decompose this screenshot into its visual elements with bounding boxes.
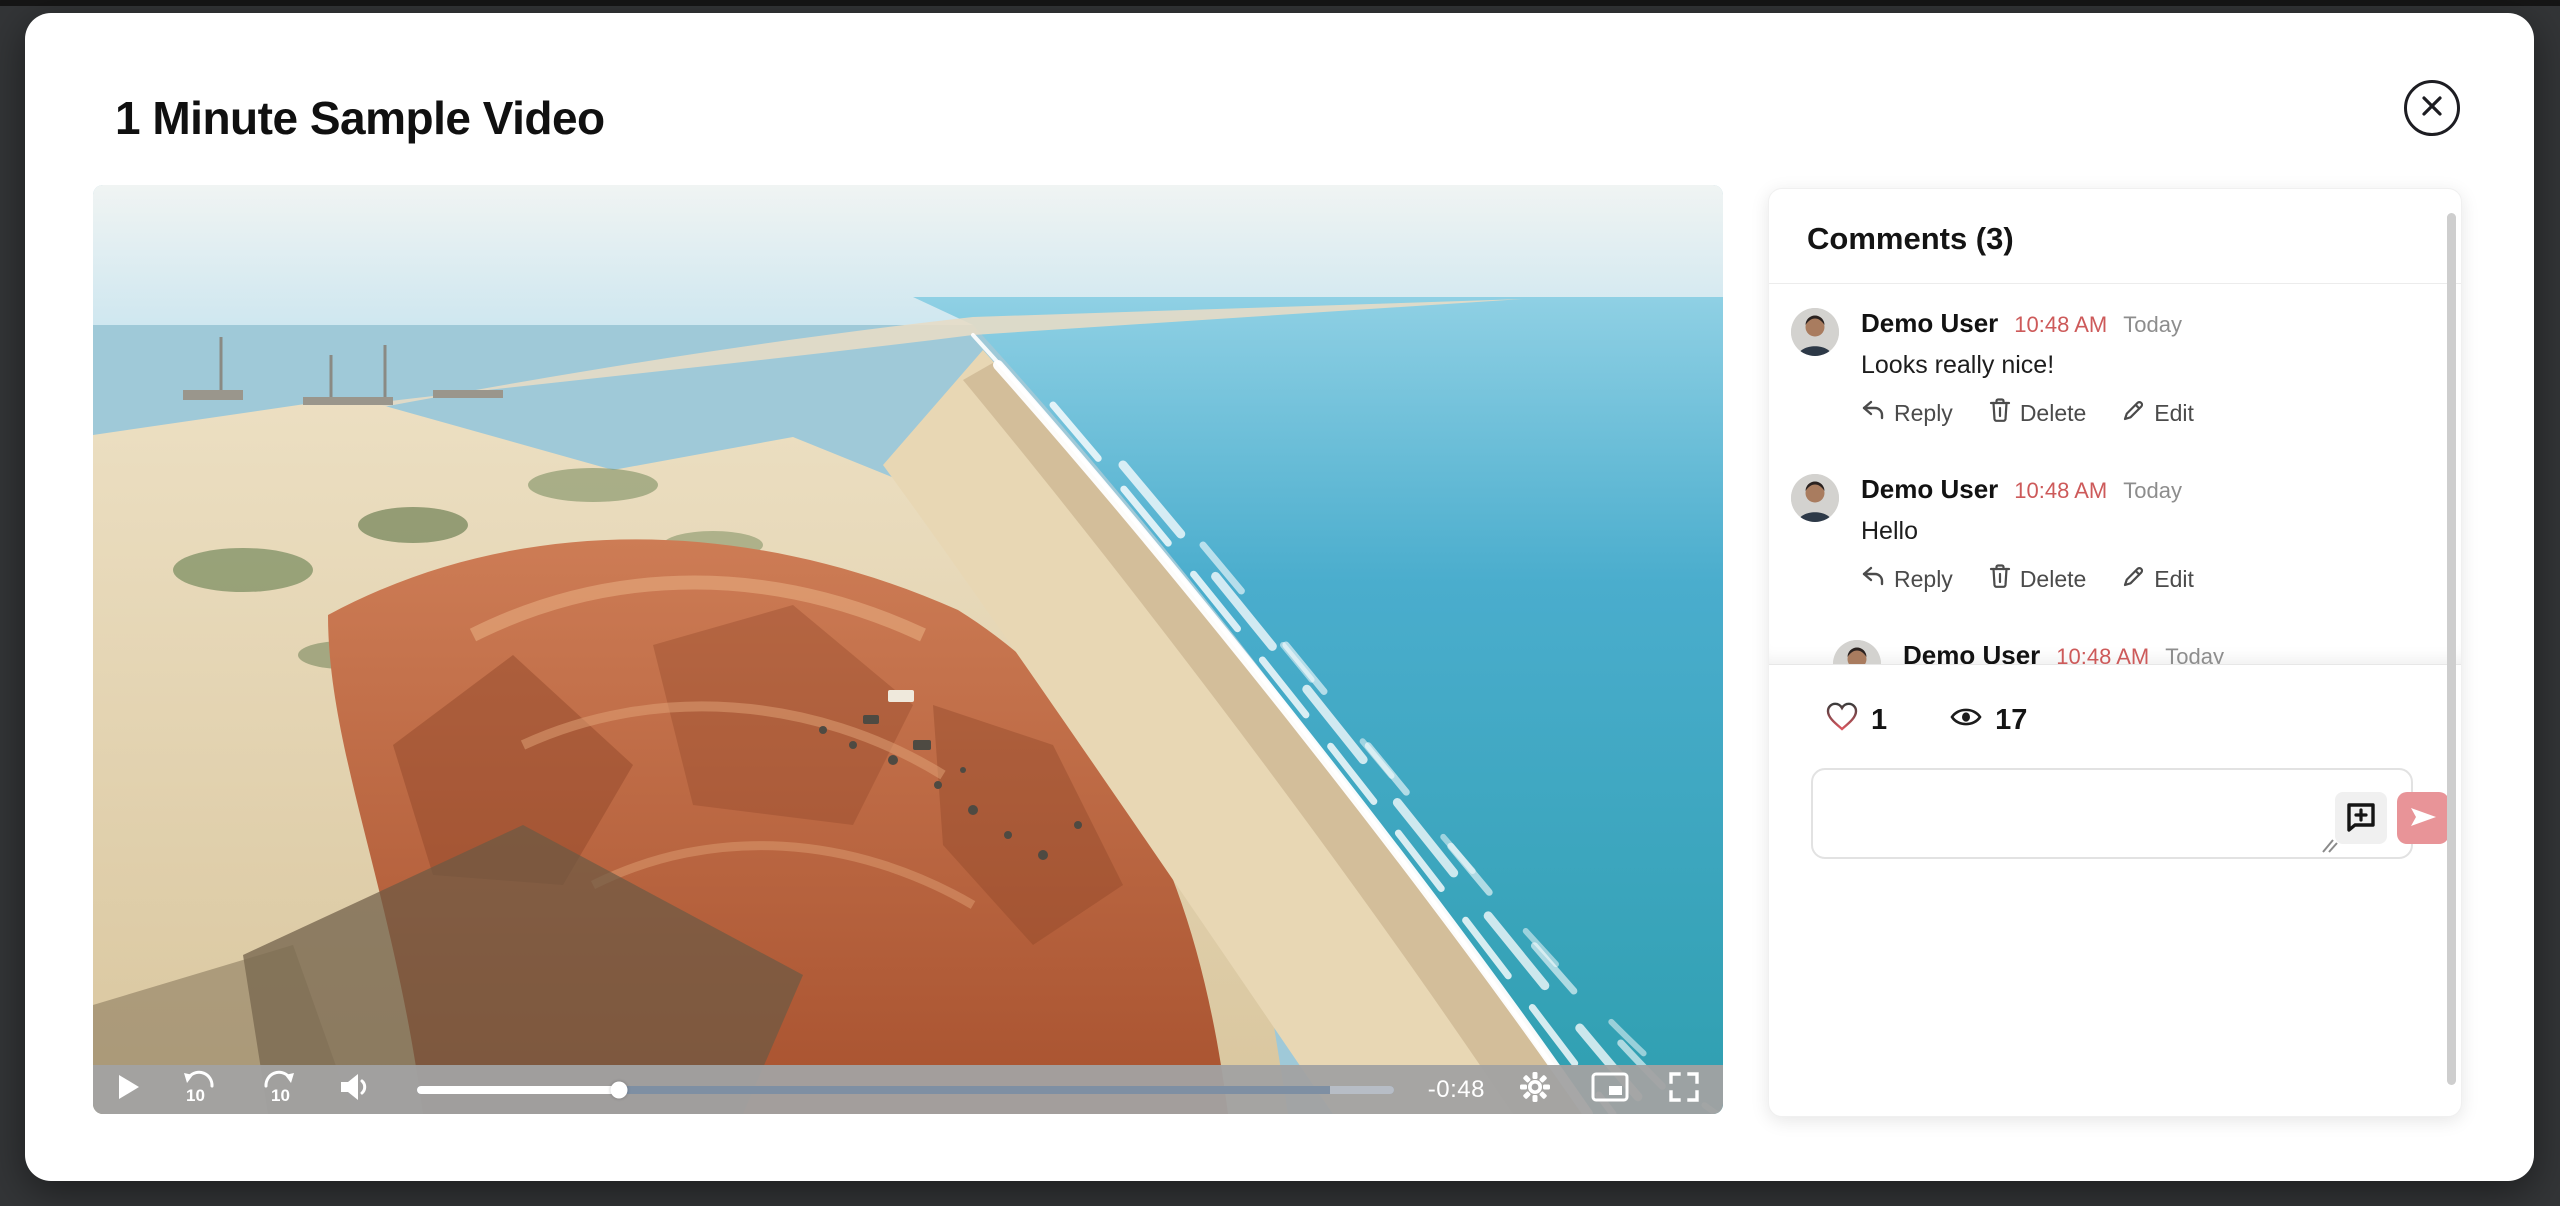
eye-icon xyxy=(1949,704,1983,738)
svg-text:10: 10 xyxy=(186,1086,205,1104)
comment-item-2: Demo User 10:48 AM Today Hello Reply Del… xyxy=(1791,474,2431,594)
comment-input-row xyxy=(1811,768,2423,859)
comment-date: Today xyxy=(2123,478,2182,504)
forward-10-button[interactable]: 10 xyxy=(259,1065,299,1114)
progress-played xyxy=(417,1086,619,1094)
trash-icon xyxy=(1989,564,2011,594)
comments-list: Demo User 10:48 AM Today Looks really ni… xyxy=(1769,284,2461,665)
comment-time: 10:48 AM xyxy=(2014,478,2107,504)
rewind-10-icon: 10 xyxy=(179,1070,219,1109)
settings-button[interactable] xyxy=(1519,1065,1551,1114)
volume-button[interactable] xyxy=(339,1065,373,1114)
pencil-icon xyxy=(2122,399,2145,428)
video-frame-beach-aerial xyxy=(93,185,1723,1114)
comment-text: Looks really nice! xyxy=(1861,351,2431,380)
view-counter: 17 xyxy=(1949,704,2027,738)
heart-icon xyxy=(1825,701,1859,740)
edit-button[interactable]: Edit xyxy=(2122,565,2194,594)
pencil-icon xyxy=(2122,565,2145,594)
reply-button[interactable]: Reply xyxy=(1861,565,1953,593)
progress-bar[interactable] xyxy=(417,1086,1394,1094)
page-title: 1 Minute Sample Video xyxy=(115,91,605,145)
edit-button[interactable]: Edit xyxy=(2122,399,2194,428)
chat-plus-icon xyxy=(2344,800,2378,837)
progress-thumb[interactable] xyxy=(611,1081,628,1098)
avatar xyxy=(1833,640,1881,665)
play-icon xyxy=(117,1074,139,1105)
video-stats-row: 1 17 xyxy=(1769,665,2461,764)
like-count: 1 xyxy=(1871,704,1887,737)
comment-item-1: Demo User 10:48 AM Today Looks really ni… xyxy=(1791,308,2431,428)
comment-author: Demo User xyxy=(1903,640,2040,665)
comments-scrollbar[interactable] xyxy=(2447,213,2456,1085)
play-button[interactable] xyxy=(117,1065,139,1114)
comment-text: Hello xyxy=(1861,517,2431,546)
avatar xyxy=(1791,308,1839,356)
comments-header: Comments (3) xyxy=(1769,189,2461,284)
avatar xyxy=(1791,474,1839,522)
fullscreen-icon xyxy=(1669,1072,1699,1107)
trash-icon xyxy=(1989,398,2011,428)
delete-button[interactable]: Delete xyxy=(1989,398,2086,428)
pip-button[interactable] xyxy=(1591,1065,1629,1114)
view-count: 17 xyxy=(1995,704,2027,737)
time-remaining: -0:48 xyxy=(1428,1076,1485,1104)
reply-button[interactable]: Reply xyxy=(1861,399,1953,427)
video-controls-bar: 10 10 xyxy=(93,1065,1723,1114)
reply-arrow-icon xyxy=(1861,399,1885,427)
rewind-10-button[interactable]: 10 xyxy=(179,1065,219,1114)
video-modal: 1 Minute Sample Video xyxy=(25,13,2534,1181)
close-icon xyxy=(2417,91,2447,126)
reply-arrow-icon xyxy=(1861,565,1885,593)
fullscreen-button[interactable] xyxy=(1669,1065,1699,1114)
comment-time: 10:48 AM xyxy=(2014,312,2107,338)
comment-time: 10:48 AM xyxy=(2056,644,2149,665)
settings-gear-icon xyxy=(1519,1071,1551,1108)
comment-item-2-reply-1: Demo User 10:48 AM Today Great nested re… xyxy=(1833,640,2431,665)
progress-buffer-tail xyxy=(1330,1086,1393,1094)
delete-button[interactable]: Delete xyxy=(1989,564,2086,594)
backdrop-top-edge xyxy=(0,0,2560,6)
add-comment-button[interactable] xyxy=(2335,792,2387,844)
video-player[interactable]: 10 10 xyxy=(93,185,1723,1114)
like-button[interactable]: 1 xyxy=(1825,701,1887,740)
forward-10-icon: 10 xyxy=(259,1070,299,1109)
send-plane-icon xyxy=(2408,803,2438,834)
comment-author: Demo User xyxy=(1861,308,1998,339)
volume-icon xyxy=(339,1072,373,1107)
close-button[interactable] xyxy=(2404,80,2460,136)
comment-input[interactable] xyxy=(1811,768,2413,859)
svg-text:10: 10 xyxy=(271,1086,290,1104)
comments-panel: Comments (3) Demo User 10:48 AM xyxy=(1768,188,2462,1117)
picture-in-picture-icon xyxy=(1591,1072,1629,1107)
comment-author: Demo User xyxy=(1861,474,1998,505)
send-comment-button[interactable] xyxy=(2397,792,2449,844)
comment-date: Today xyxy=(2165,644,2224,665)
comment-date: Today xyxy=(2123,312,2182,338)
